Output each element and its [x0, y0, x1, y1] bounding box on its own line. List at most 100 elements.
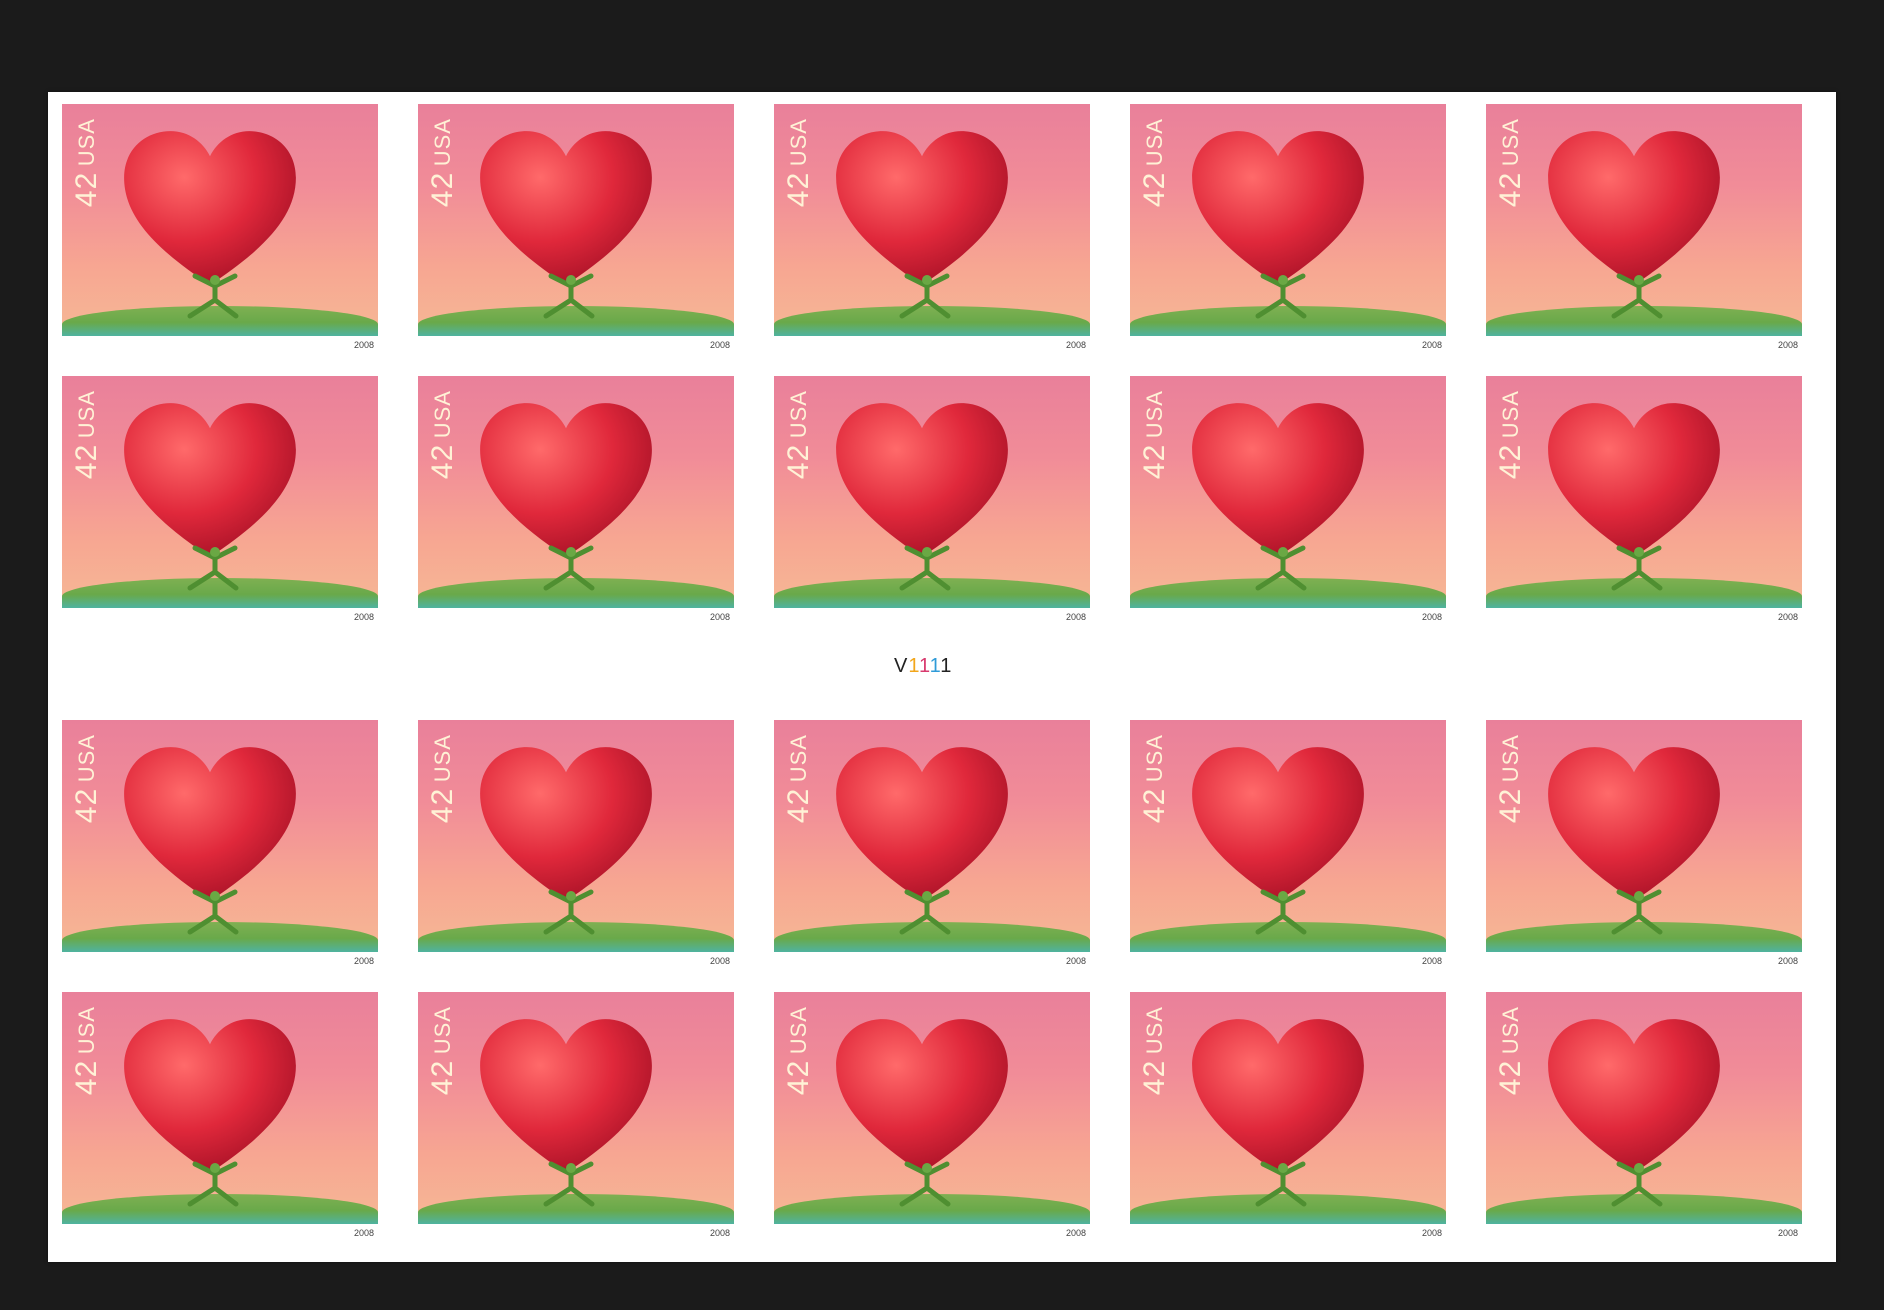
denomination-value: 42	[1138, 787, 1171, 824]
stamp-year: 2008	[1777, 956, 1798, 966]
heart-icon	[124, 1019, 296, 1174]
country-label: USA	[430, 734, 455, 783]
country-label: USA	[430, 390, 455, 439]
denomination-value: 42	[782, 787, 815, 824]
figure-icon	[1255, 545, 1307, 591]
denomination-value: 42	[1494, 443, 1527, 480]
denomination-value: 42	[70, 171, 103, 208]
stamp-year: 2008	[1421, 340, 1442, 350]
denomination-value: 42	[1494, 1059, 1527, 1096]
stamp-denomination: 42 USA	[70, 734, 104, 823]
heart-icon	[836, 403, 1008, 558]
denomination-value: 42	[782, 1059, 815, 1096]
country-label: USA	[1498, 1006, 1523, 1055]
country-label: USA	[74, 1006, 99, 1055]
stamp: 42 USA 2008	[418, 720, 734, 970]
country-label: USA	[74, 118, 99, 167]
stamp-year: 2008	[353, 956, 374, 966]
country-label: USA	[1498, 734, 1523, 783]
stamp-year: 2008	[353, 612, 374, 622]
heart-icon	[1192, 403, 1364, 558]
figure-icon	[899, 1161, 951, 1207]
stamp-denomination: 42 USA	[1494, 1006, 1528, 1095]
figure-icon	[1611, 889, 1663, 935]
stamp-year: 2008	[1421, 1228, 1442, 1238]
stamp-year: 2008	[1421, 956, 1442, 966]
figure-icon	[1611, 273, 1663, 319]
stamp-year: 2008	[1065, 1228, 1086, 1238]
stamp-image: 42 USA	[1130, 720, 1446, 952]
figure-icon	[899, 889, 951, 935]
stamp-year: 2008	[353, 340, 374, 350]
figure-icon	[1611, 545, 1663, 591]
country-label: USA	[74, 734, 99, 783]
stamp-denomination: 42 USA	[70, 118, 104, 207]
stamp-image: 42 USA	[62, 720, 378, 952]
country-label: USA	[786, 118, 811, 167]
stamp-image: 42 USA	[774, 104, 1090, 336]
figure-icon	[543, 545, 595, 591]
country-label: USA	[1498, 118, 1523, 167]
stamp: 42 USA 2008	[774, 376, 1090, 626]
denomination-value: 42	[426, 443, 459, 480]
stamp-image: 42 USA	[418, 376, 734, 608]
heart-icon	[836, 747, 1008, 902]
stamp: 42 USA 2008	[1486, 376, 1802, 626]
stamp-image: 42 USA	[62, 376, 378, 608]
stamp-denomination: 42 USA	[1494, 734, 1528, 823]
country-label: USA	[1142, 118, 1167, 167]
stamp-denomination: 42 USA	[1494, 390, 1528, 479]
denomination-value: 42	[782, 171, 815, 208]
stamp-denomination: 42 USA	[426, 734, 460, 823]
denomination-value: 42	[70, 1059, 103, 1096]
stamp-image: 42 USA	[418, 104, 734, 336]
denomination-value: 42	[1494, 787, 1527, 824]
country-label: USA	[1142, 390, 1167, 439]
stamp-year: 2008	[709, 340, 730, 350]
figure-icon	[899, 545, 951, 591]
stamp-image: 42 USA	[418, 720, 734, 952]
country-label: USA	[430, 1006, 455, 1055]
stamp-denomination: 42 USA	[1138, 1006, 1172, 1095]
stamp-image: 42 USA	[774, 992, 1090, 1224]
stamp-denomination: 42 USA	[782, 734, 816, 823]
figure-icon	[187, 545, 239, 591]
country-label: USA	[1498, 390, 1523, 439]
plate-prefix: V	[894, 655, 909, 677]
stamp-image: 42 USA	[1130, 104, 1446, 336]
stamp: 42 USA 2008	[1130, 376, 1446, 626]
figure-icon	[187, 889, 239, 935]
heart-icon	[480, 131, 652, 286]
denomination-value: 42	[1494, 171, 1527, 208]
denomination-value: 42	[1138, 1059, 1171, 1096]
heart-icon	[480, 747, 652, 902]
stamp-image: 42 USA	[774, 376, 1090, 608]
stamp: 42 USA 2008	[1486, 720, 1802, 970]
heart-icon	[1548, 403, 1720, 558]
heart-icon	[124, 131, 296, 286]
plate-digit: 1	[918, 655, 930, 677]
stamp-year: 2008	[709, 1228, 730, 1238]
stamp: 42 USA 2008	[62, 720, 378, 970]
country-label: USA	[786, 390, 811, 439]
heart-icon	[1548, 747, 1720, 902]
figure-icon	[187, 273, 239, 319]
country-label: USA	[430, 118, 455, 167]
stamp-denomination: 42 USA	[426, 390, 460, 479]
stamp-year: 2008	[1065, 340, 1086, 350]
denomination-value: 42	[1138, 171, 1171, 208]
country-label: USA	[1142, 1006, 1167, 1055]
stamp-sheet: 42 USA 2008 42 USA 2008 42 USA 2008 42 USA 2008…	[48, 92, 1836, 1262]
stamp-denomination: 42 USA	[1494, 118, 1528, 207]
heart-icon	[836, 131, 1008, 286]
denomination-value: 42	[70, 443, 103, 480]
denomination-value: 42	[1138, 443, 1171, 480]
stamp: 42 USA 2008	[774, 720, 1090, 970]
plate-digit: 1	[908, 655, 919, 677]
stamp-denomination: 42 USA	[1138, 734, 1172, 823]
stamp: 42 USA 2008	[62, 104, 378, 354]
figure-icon	[1255, 889, 1307, 935]
heart-icon	[124, 747, 296, 902]
stamp-denomination: 42 USA	[782, 1006, 816, 1095]
plate-number: V1111	[894, 655, 952, 678]
